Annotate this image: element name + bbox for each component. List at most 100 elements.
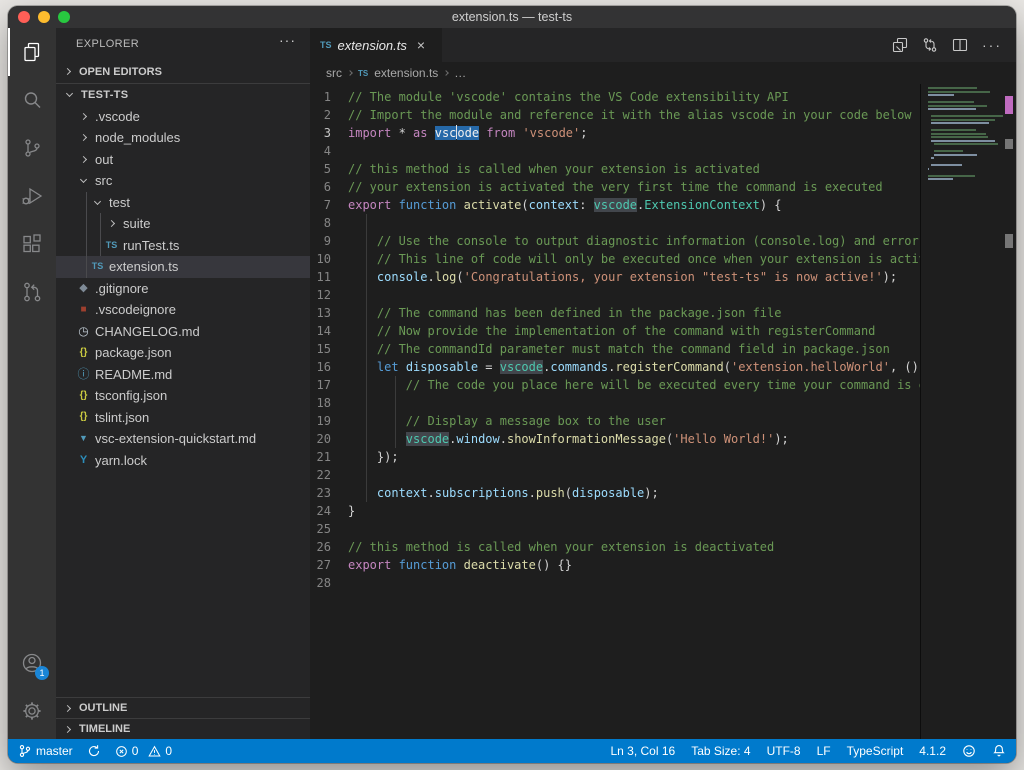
line-number: 11 [310,268,348,286]
tree-item-node-modules[interactable]: node_modules [56,127,310,149]
code-line[interactable]: 25 [310,520,920,538]
open-editors-header[interactable]: OPEN EDITORS [56,60,310,84]
line-number: 24 [310,502,348,520]
code-line[interactable]: 20 vscode.window.showInformationMessage(… [310,430,920,448]
minimap[interactable] [926,84,1002,739]
tree-item-tsconfig-json[interactable]: {}tsconfig.json [56,385,310,407]
code-line[interactable]: 28 [310,574,920,592]
minimize-window-icon[interactable] [38,11,50,23]
chevron-down-icon [66,90,73,97]
tree-item--gitignore[interactable]: ◆.gitignore [56,278,310,300]
feedback-icon[interactable] [962,744,976,758]
code-line[interactable]: 23 context.subscriptions.push(disposable… [310,484,920,502]
zoom-window-icon[interactable] [58,11,70,23]
tree-item-out[interactable]: out [56,149,310,171]
breadcrumb-folder[interactable]: src [326,66,342,80]
code-line[interactable]: 11 console.log('Congratulations, your ex… [310,268,920,286]
tree-item-test[interactable]: test [56,192,310,214]
cursor-position-status[interactable]: Ln 3, Col 16 [610,744,675,758]
more-actions-icon[interactable]: ··· [982,37,1002,53]
notifications-bell-icon[interactable] [992,744,1006,758]
code-line[interactable]: 19 // Display a message box to the user [310,412,920,430]
tree-item-test-ts[interactable]: TEST-TS [56,84,310,106]
code-line[interactable]: 16 let disposable = vscode.commands.regi… [310,358,920,376]
tree-item-package-json[interactable]: {}package.json [56,342,310,364]
tree-item-label: vsc-extension-quickstart.md [95,431,256,446]
code-line[interactable]: 13 // The command has been defined in th… [310,304,920,322]
line-number: 19 [310,412,348,430]
close-tab-icon[interactable]: × [417,37,425,53]
code-line[interactable]: 9 // Use the console to output diagnosti… [310,232,920,250]
code-line[interactable]: 7export function activate(context: vscod… [310,196,920,214]
code-line[interactable]: 1// The module 'vscode' contains the VS … [310,88,920,106]
code-line[interactable]: 3import * as vscode from 'vscode'; [310,124,920,142]
code-line[interactable]: 5// this method is called when your exte… [310,160,920,178]
open-changes-icon[interactable] [892,37,908,53]
tree-item-label: CHANGELOG.md [95,324,200,339]
git-branch-status[interactable]: master [18,744,73,758]
tab-extension-ts[interactable]: TS extension.ts × [310,28,442,62]
code-line[interactable]: 14 // Now provide the implementation of … [310,322,920,340]
tree-item-changelog-md[interactable]: ◷CHANGELOG.md [56,321,310,343]
code-line[interactable]: 6// your extension is activated the very… [310,178,920,196]
tree-item-extension-ts[interactable]: TSextension.ts [56,256,310,278]
tree-item-readme-md[interactable]: ⓘREADME.md [56,364,310,386]
eol-status[interactable]: LF [817,744,831,758]
code-line[interactable]: 4 [310,142,920,160]
source-control-icon[interactable] [8,124,56,172]
code-line[interactable]: 12 [310,286,920,304]
overview-ruler[interactable] [1002,84,1016,739]
breadcrumb-file[interactable]: extension.ts [374,66,438,80]
tab-size-status[interactable]: Tab Size: 4 [691,744,750,758]
code-line[interactable]: 2// Import the module and reference it w… [310,106,920,124]
tree-item--vscodeignore[interactable]: ■.vscodeignore [56,299,310,321]
code-line[interactable]: 26// this method is called when your ext… [310,538,920,556]
code-line[interactable]: 15 // The commandId parameter must match… [310,340,920,358]
split-editor-icon[interactable] [952,37,968,53]
code-editor[interactable]: 1// The module 'vscode' contains the VS … [310,84,1016,739]
typescript-file-icon: TS [358,69,368,78]
git-branch-icon [18,744,32,758]
json-file-icon: {} [80,412,88,422]
tree-item-label: node_modules [95,130,180,145]
explorer-more-actions[interactable]: ··· [279,32,296,48]
close-window-icon[interactable] [18,11,30,23]
accounts-icon[interactable]: 1 [8,639,56,687]
problems-status[interactable]: 0 0 [115,744,172,758]
warning-icon [148,745,161,758]
line-number: 27 [310,556,348,574]
run-and-debug-icon[interactable] [8,172,56,220]
encoding-status[interactable]: UTF-8 [767,744,801,758]
line-number: 14 [310,322,348,340]
language-mode-status[interactable]: TypeScript [847,744,904,758]
code-line[interactable]: 18 [310,394,920,412]
line-number: 17 [310,376,348,394]
code-line[interactable]: 27export function deactivate() {} [310,556,920,574]
tree-item-yarn-lock[interactable]: Yyarn.lock [56,450,310,472]
extensions-icon[interactable] [8,220,56,268]
tree-item-suite[interactable]: suite [56,213,310,235]
code-line[interactable]: 24} [310,502,920,520]
typescript-file-icon: TS [320,40,332,50]
settings-gear-icon[interactable] [8,687,56,735]
search-icon[interactable] [8,76,56,124]
typescript-version-status[interactable]: 4.1.2 [919,744,946,758]
breadcrumb-symbol[interactable]: … [454,66,466,80]
code-line[interactable]: 8 [310,214,920,232]
tree-item--vscode[interactable]: .vscode [56,106,310,128]
synchronize-changes-status[interactable] [87,744,101,758]
tree-item-vsc-extension-quickstart-md[interactable]: ▼vsc-extension-quickstart.md [56,428,310,450]
timeline-header[interactable]: TIMELINE [56,718,310,739]
tree-item-src[interactable]: src [56,170,310,192]
tree-item-runtest-ts[interactable]: TSrunTest.ts [56,235,310,257]
tree-item-tslint-json[interactable]: {}tslint.json [56,407,310,429]
code-line[interactable]: 21 }); [310,448,920,466]
explorer-icon[interactable] [8,28,56,76]
outline-header[interactable]: OUTLINE [56,697,310,718]
code-line[interactable]: 22 [310,466,920,484]
code-line[interactable]: 17 // The code you place here will be ex… [310,376,920,394]
synchronize-changes-icon[interactable] [922,37,938,53]
chevron-down-icon [94,198,101,205]
code-line[interactable]: 10 // This line of code will only be exe… [310,250,920,268]
github-pull-requests-icon[interactable] [8,268,56,316]
